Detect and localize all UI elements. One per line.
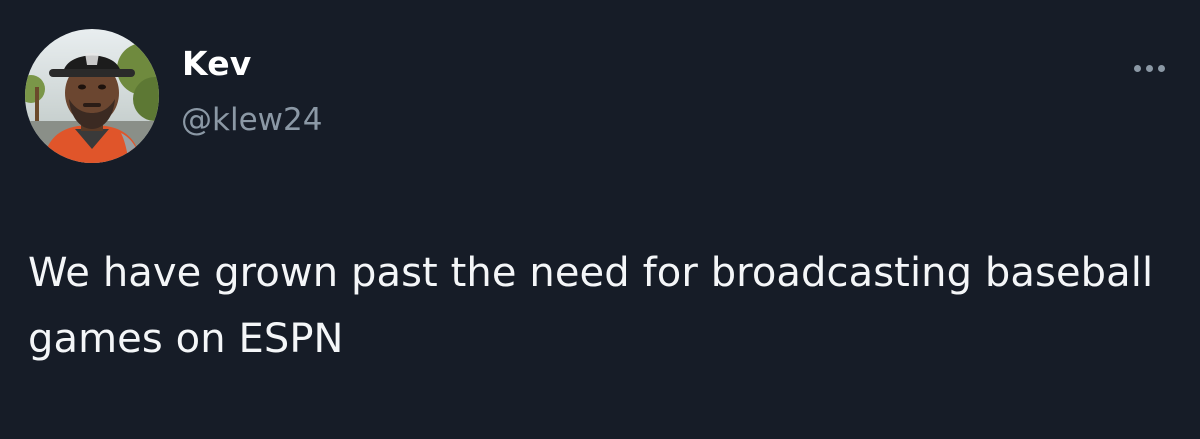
more-horizontal-icon	[1145, 64, 1153, 72]
author-display-name[interactable]: Kev	[182, 45, 251, 82]
more-horizontal-icon	[1133, 64, 1141, 72]
profile-photo-icon	[25, 29, 159, 163]
author-handle[interactable]: @klew24	[181, 103, 322, 137]
more-options-button[interactable]	[1125, 56, 1173, 80]
tweet-text: We have grown past the need for broadcas…	[28, 250, 1154, 362]
tweet-card: Kev @klew24 We have grown past the need …	[0, 0, 1200, 439]
avatar[interactable]	[25, 29, 159, 163]
more-horizontal-icon	[1157, 64, 1165, 72]
